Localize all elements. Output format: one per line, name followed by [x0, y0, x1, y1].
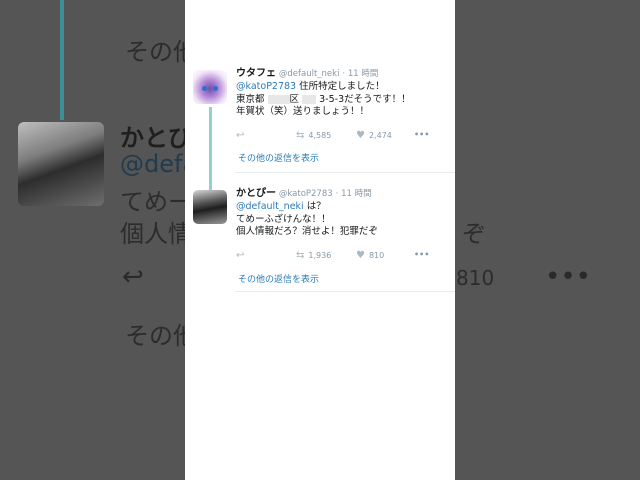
avatar-katop[interactable] [193, 190, 227, 224]
background-avatar [18, 122, 104, 206]
mention-link[interactable]: @katoP2783 [236, 81, 296, 92]
divider [235, 291, 455, 292]
retweet-count: 1,936 [308, 251, 332, 260]
background-line2-tail: ぞ [462, 220, 486, 248]
redaction-box [267, 94, 290, 104]
tweet-panel: ウタフェ @default_neki · 11 時間 @katoP2783 住所… [185, 0, 455, 480]
reply-button[interactable]: ↩ [236, 130, 248, 141]
background-line2: 個人情 [120, 220, 192, 248]
tweet-2-header: かとぴー @katoP2783 · 11 時間 [236, 188, 451, 200]
more-icon: ••• [414, 250, 430, 259]
tweet-2-text: @default_neki は？ てめーふざけんな！！ 個人情報だろ？消せよ！犯… [236, 201, 451, 239]
tweet-1-line-2-a: 東京都 [236, 93, 265, 105]
retweet-count: 4,585 [308, 131, 332, 140]
retweet-icon: ⇆ [296, 250, 305, 261]
tweet-1-text: @katoP2783 住所特定しました！ 東京都 区 3-5-3だそうです！！ … [236, 81, 451, 119]
show-more-replies-link[interactable]: その他の返信を表示 [238, 151, 319, 164]
tweet-2-line-3: 個人情報だろ？消せよ！犯罪だぞ [236, 226, 378, 237]
tweet-1-content: ウタフェ @default_neki · 11 時間 @katoP2783 住所… [236, 68, 451, 141]
heart-icon: ♥ [356, 130, 365, 141]
more-button[interactable]: ••• [414, 250, 429, 259]
display-name[interactable]: ウタフェ [236, 68, 276, 79]
more-button[interactable]: ••• [414, 130, 429, 139]
tweet-1: ウタフェ @default_neki · 11 時間 @katoP2783 住所… [185, 66, 455, 200]
background-line1: てめー [120, 188, 192, 216]
handle[interactable]: @katoP2783 [279, 189, 333, 199]
tweet-1-actions: ↩ ⇆ 4,585 ♥ 2,474 ••• [236, 130, 451, 144]
timestamp[interactable]: 11 時間 [341, 189, 372, 199]
show-more-replies-link[interactable]: その他の返信を表示 [238, 272, 319, 285]
reply-icon: ↩ [236, 130, 245, 141]
tweet-1-line-1: @katoP2783 住所特定しました！ [236, 81, 451, 94]
background-more-icon: ••• [545, 262, 592, 292]
background-likes: 810 [456, 266, 495, 290]
separator-dot: · [342, 69, 346, 79]
tweet-2-content: かとぴー @katoP2783 · 11 時間 @default_neki は？… [236, 188, 451, 261]
tweet-2-line-2: てめーふざけんな！！ [236, 213, 331, 225]
divider [235, 172, 455, 173]
like-count: 2,474 [368, 131, 392, 140]
avatar-utafe[interactable] [193, 70, 227, 104]
redaction-box [302, 94, 317, 104]
handle[interactable]: @default_neki [279, 69, 340, 79]
tweet-2-line-1-rest: は？ [303, 201, 326, 212]
reply-icon: ↩ [236, 250, 245, 261]
tweet-1-line-2: 東京都 区 3-5-3だそうです！！ [236, 94, 451, 107]
background-name: かとぴ [120, 124, 192, 152]
display-name[interactable]: かとぴー [236, 188, 276, 199]
mention-link[interactable]: @default_neki [236, 201, 304, 212]
timestamp[interactable]: 11 時間 [348, 69, 379, 79]
tweet-1-header: ウタフェ @default_neki · 11 時間 [236, 68, 451, 80]
tweet-1-line-2-c: 3-5-3だそうです！！ [319, 93, 411, 105]
tweet-2: かとぴー @katoP2783 · 11 時間 @default_neki は？… [185, 186, 455, 290]
reply-button[interactable]: ↩ [236, 250, 248, 261]
separator-dot: · [335, 189, 339, 199]
avatar-eye-right [213, 86, 218, 91]
more-icon: ••• [414, 130, 430, 139]
tweet-1-line-3: 年賀状（笑）送りましょう！！ [236, 106, 370, 117]
background-reply-icon: ↩ [122, 262, 144, 292]
tweet-2-line-1: @default_neki は？ [236, 201, 451, 214]
tweet-1-line-2-b: 区 [289, 93, 300, 105]
like-count: 810 [368, 251, 385, 260]
tweet-2-actions: ↩ ⇆ 1,936 ♥ 810 ••• [236, 250, 451, 264]
like-button[interactable]: ♥ 810 [356, 250, 384, 261]
retweet-button[interactable]: ⇆ 4,585 [296, 130, 331, 141]
retweet-button[interactable]: ⇆ 1,936 [296, 250, 331, 261]
background-thread-line [60, 0, 64, 120]
avatar-eye-left [202, 86, 207, 91]
retweet-icon: ⇆ [296, 130, 305, 141]
tweet-1-line-1-rest: 住所特定しました！ [296, 81, 385, 92]
heart-icon: ♥ [356, 250, 365, 261]
like-button[interactable]: ♥ 2,474 [356, 130, 392, 141]
